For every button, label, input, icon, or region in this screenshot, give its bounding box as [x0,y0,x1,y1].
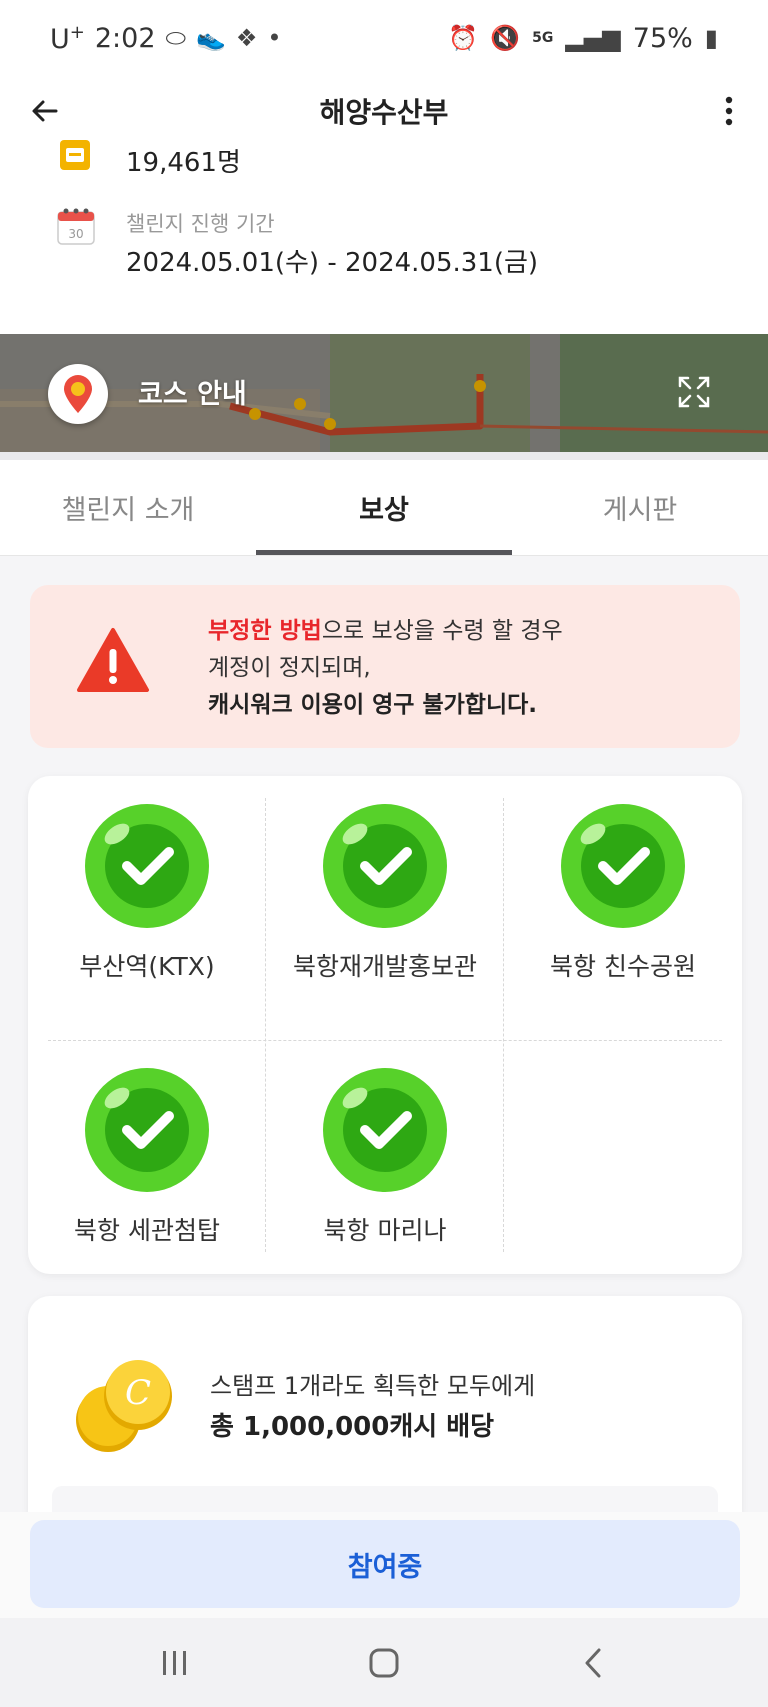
stamp-check-icon [85,1068,209,1192]
calendar-icon: 30 [57,208,95,245]
network-label: 5G [532,30,554,46]
participants-count: 19,461명 [126,148,241,178]
warning-red-text: 부정한 방법 [208,618,322,644]
tab-reward[interactable]: 보상 [256,460,512,555]
footprint-icon: ❖ [235,24,258,52]
chevron-left-icon [585,1648,601,1677]
warning-line-2: 계정이 정지되며, [208,655,371,681]
status-bar: U+ 2:02 ⬭ 👟 ❖ • ⏰ 🔇 5G ▂▄▆ 75% ▮ [0,0,768,76]
period-label: 챌린지 진행 기간 [126,212,275,236]
stamps-card: 부산역(KTX) 북항재개발홍보관 북항 친수공원 북항 세관첨탑 북항 마리나 [28,776,742,1274]
coins-icon: C [76,1360,172,1452]
status-right: ⏰ 🔇 5G ▂▄▆ 75% ▮ [448,23,718,54]
page-title: 해양수산부 [319,96,449,129]
system-back-button[interactable] [558,1633,628,1693]
warning-banner: 부정한 방법으로 보상을 수령 할 경우 계정이 정지되며, 캐시워크 이용이 … [30,585,740,748]
mute-icon: 🔇 [490,24,521,52]
recent-apps-icon [162,1650,186,1675]
tab-board[interactable]: 게시판 [512,460,768,555]
calendar-day: 30 [68,227,83,241]
stamp-item[interactable]: 부산역(KTX) [28,802,266,984]
location-pin-icon [64,375,92,413]
signal-icon: ▂▄▆ [565,24,621,52]
more-vertical-icon [725,96,733,126]
stamp-divider-h [48,1040,722,1041]
battery-percent: 75% [632,22,693,54]
recent-apps-button[interactable] [140,1633,210,1693]
reward-description: 스탬프 1개라도 획득한 모두에게 [210,1372,536,1400]
warning-line-1: 부정한 방법으로 보상을 수령 할 경우 [208,613,563,650]
expand-map-icon[interactable] [676,374,712,410]
shoe-icon: 👟 [196,24,226,52]
reward-card: C 스탬프 1개라도 획득한 모두에게 총 1,000,000캐시 배당 [28,1296,742,1516]
stamp-label: 북항 세관첨탑 [74,1216,220,1245]
home-icon [369,1648,399,1677]
stamp-check-icon [85,804,209,928]
stamp-item[interactable]: 북항재개발홍보관 [266,802,504,984]
participants-icon [60,140,90,170]
stamp-item[interactable]: 북항 친수공원 [504,802,742,984]
warning-icon [77,628,149,692]
warning-line-3: 캐시워크 이용이 영구 불가합니다. [208,692,537,718]
map-title: 코스 안내 [138,379,247,410]
stamp-label: 북항재개발홍보관 [292,952,477,981]
home-button[interactable] [349,1633,419,1693]
participating-button[interactable]: 참여중 [30,1520,740,1608]
back-arrow-icon [32,100,58,122]
warning-text: 부정한 방법으로 보상을 수령 할 경우 계정이 정지되며, 캐시워크 이용이 … [208,613,563,724]
clock: 2:02 [94,22,156,54]
tab-intro[interactable]: 챌린지 소개 [0,460,256,555]
more-options-button[interactable] [706,88,752,134]
pill-icon: ⬭ [165,24,187,52]
map-background [0,334,768,452]
bottom-action-area: 참여중 [0,1512,768,1618]
coin-letter: C [125,1373,151,1413]
map-pin-badge [48,364,108,424]
stamp-check-icon [561,804,685,928]
tab-bar: 챌린지 소개 보상 게시판 [0,460,768,556]
reward-amount: 총 1,000,000캐시 배당 [210,1412,495,1442]
carrier-label: U+ [50,21,85,55]
system-navigation-bar [0,1618,768,1707]
status-left: U+ 2:02 ⬭ 👟 ❖ • [50,22,282,55]
dot-icon: • [267,24,282,52]
stamp-check-icon [323,804,447,928]
course-map[interactable]: 코스 안내 [0,334,768,452]
stamp-label: 북항 친수공원 [550,952,696,981]
period-value: 2024.05.01(수) - 2024.05.31(금) [126,248,539,278]
battery-icon: ▮ [704,24,718,52]
stamp-check-icon [323,1068,447,1192]
warning-line-1-rest: 으로 보상을 수령 할 경우 [321,618,563,644]
app-header: 해양수산부 [0,76,768,146]
stamp-label: 부산역(KTX) [79,952,215,981]
stamp-item[interactable]: 북항 세관첨탑 [28,1066,266,1248]
map-separator [0,452,768,460]
challenge-info: 19,461명 30 챌린지 진행 기간 2024.05.01(수) - 202… [0,140,768,334]
alarm-icon: ⏰ [448,24,479,52]
back-button[interactable] [22,88,68,134]
stamp-label: 북항 마리나 [323,1216,447,1245]
stamp-item[interactable]: 북항 마리나 [266,1066,504,1248]
